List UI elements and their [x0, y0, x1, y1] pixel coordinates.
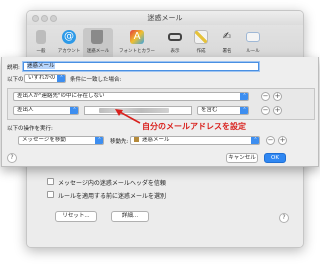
add-action-button[interactable]: + — [278, 136, 287, 145]
condition2-field-value: 差出人 — [17, 107, 34, 113]
tab-fonts-colors-label: フォントとカラー — [119, 49, 155, 54]
description-label: 説明: — [7, 65, 20, 71]
annotation-text: 自分のメールアドレスを設定 — [142, 122, 246, 131]
remove-action-button[interactable]: − — [266, 136, 275, 145]
title-bar: 迷惑メール — [27, 11, 303, 25]
switch-icon — [36, 30, 46, 44]
move-target-label: 移動先: — [110, 139, 129, 145]
chevron-down-icon: ⌃ — [240, 107, 248, 114]
condition2-operator-select[interactable]: を含む ⌃ — [197, 106, 249, 115]
filter-before-rules-label: ルールを適用する前に迷惑メールを選別 — [58, 193, 167, 200]
glasses-icon — [168, 33, 182, 41]
tab-accounts-label: アカウント — [57, 49, 81, 54]
move-target-value: 迷惑メール — [142, 137, 170, 143]
chevron-down-icon: ⌃ — [240, 93, 248, 100]
trash-icon — [91, 30, 103, 44]
add-condition2-button[interactable]: + — [273, 106, 282, 115]
pencil-icon — [194, 30, 208, 44]
reset-button[interactable]: リセット... — [55, 211, 97, 222]
signature-icon: ✍ — [222, 31, 232, 42]
remove-condition1-button[interactable]: − — [261, 92, 270, 101]
tab-viewing-label: 表示 — [170, 49, 180, 54]
condition1-select[interactable]: 差出人が"連絡先"の中に存在しない ⌃ — [13, 92, 249, 101]
tab-composing-label: 作成 — [196, 49, 206, 54]
description-field[interactable]: 迷惑メール — [23, 62, 259, 71]
sheet-help-button[interactable]: ? — [7, 153, 17, 163]
font-icon: A — [130, 30, 144, 44]
condition2-field-select[interactable]: 差出人 ⌃ — [13, 106, 79, 115]
cancel-button[interactable]: キャンセル — [226, 153, 258, 163]
at-icon: @ — [62, 30, 76, 44]
help-button[interactable]: ? — [279, 213, 289, 223]
rule-sheet: 説明: 迷惑メール 以下の いずれかの ⌃ 条件に一致した場合: 差出人が"連絡… — [1, 57, 319, 167]
trust-junk-headers-label: メッセージ内の迷惑メールヘッダを信頼 — [58, 180, 166, 187]
chevron-down-icon: ⌃ — [95, 137, 103, 144]
condition2-operator-value: を含む — [201, 107, 218, 113]
advanced-button[interactable]: 詳細... — [111, 211, 149, 222]
tab-general-label: 一般 — [36, 49, 46, 54]
tab-junk-mail-label: 迷惑メール — [86, 49, 110, 54]
trust-junk-headers-checkbox[interactable] — [47, 178, 54, 185]
window-title: 迷惑メール — [147, 14, 183, 22]
match-suffix: 条件に一致した場合: — [70, 77, 122, 83]
chevron-down-icon: ⌃ — [70, 107, 78, 114]
chevron-down-icon: ⌃ — [251, 137, 259, 144]
filter-before-rules-checkbox[interactable] — [47, 191, 54, 198]
ok-button[interactable]: OK — [264, 153, 286, 163]
envelope-icon — [246, 32, 260, 42]
tab-rules-label: ルール — [246, 49, 260, 54]
actions-label: 以下の操作を実行: — [7, 126, 53, 132]
tab-signatures-label: 署名 — [222, 49, 232, 54]
match-type-value: いずれかの — [28, 75, 56, 81]
remove-condition2-button[interactable]: − — [261, 106, 270, 115]
move-target-select[interactable]: 迷惑メール ⌃ — [130, 136, 260, 145]
match-type-select[interactable]: いずれかの ⌃ — [24, 74, 66, 83]
match-prefix: 以下の — [7, 77, 24, 83]
action-value: メッセージを移動 — [22, 137, 66, 143]
mailbox-icon — [134, 137, 139, 142]
action-select[interactable]: メッセージを移動 ⌃ — [18, 136, 104, 145]
add-condition1-button[interactable]: + — [273, 92, 282, 101]
description-value: 迷惑メール — [27, 63, 55, 69]
condition1-value: 差出人が"連絡先"の中に存在しない — [17, 93, 105, 99]
chevron-down-icon: ⌃ — [57, 75, 65, 82]
